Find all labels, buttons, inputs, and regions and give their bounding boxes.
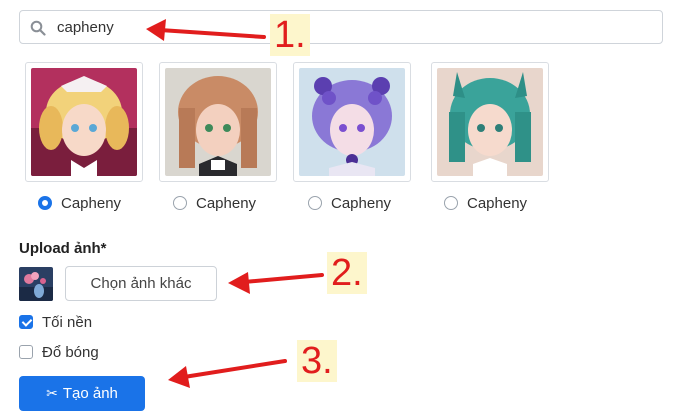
search-value: capheny (57, 19, 114, 36)
skin-card-1[interactable] (25, 62, 143, 182)
skin-image-2 (165, 68, 271, 176)
annotation-step-3: 3. (297, 340, 337, 382)
skin-radio-1[interactable] (38, 196, 52, 210)
annotation-step-2: 2. (327, 252, 367, 294)
skin-image-3 (299, 68, 405, 176)
skin-option-3[interactable]: Capheny (308, 194, 391, 212)
skin-image-4 (437, 68, 543, 176)
skin-image-1 (31, 68, 137, 176)
skin-label-4: Capheny (467, 194, 528, 212)
skin-label-1: Capheny (61, 194, 122, 212)
search-icon (30, 20, 46, 36)
skin-option-4[interactable]: Capheny (444, 194, 527, 212)
skin-option-2[interactable]: Capheny (173, 194, 256, 212)
skin-radio-4[interactable] (444, 196, 458, 210)
skin-option-1[interactable]: Capheny (38, 194, 121, 212)
create-image-button[interactable]: ✂ Tạo ảnh (19, 376, 145, 411)
skin-card-4[interactable] (431, 62, 549, 182)
skin-radio-3[interactable] (308, 196, 322, 210)
annotation-step-1: 1. (270, 14, 310, 56)
choose-another-image-button[interactable]: Chọn ảnh khác (65, 266, 217, 301)
skin-label-3: Capheny (331, 194, 392, 212)
dark-background-option[interactable]: Tối nền (19, 313, 92, 331)
scissors-icon: ✂ (46, 385, 58, 401)
search-input[interactable]: capheny (19, 10, 663, 44)
dark-background-checkbox[interactable] (19, 315, 33, 329)
skin-card-3[interactable] (293, 62, 411, 182)
drop-shadow-label: Đổ bóng (42, 343, 99, 361)
skin-label-2: Capheny (196, 194, 257, 212)
drop-shadow-option[interactable]: Đổ bóng (19, 343, 99, 361)
create-image-label: Tạo ảnh (62, 385, 118, 402)
skin-card-2[interactable] (159, 62, 277, 182)
uploaded-image-thumbnail (19, 267, 53, 301)
dark-background-label: Tối nền (42, 313, 93, 331)
upload-title: Upload ảnh* (19, 240, 107, 257)
skin-radio-2[interactable] (173, 196, 187, 210)
drop-shadow-checkbox[interactable] (19, 345, 33, 359)
